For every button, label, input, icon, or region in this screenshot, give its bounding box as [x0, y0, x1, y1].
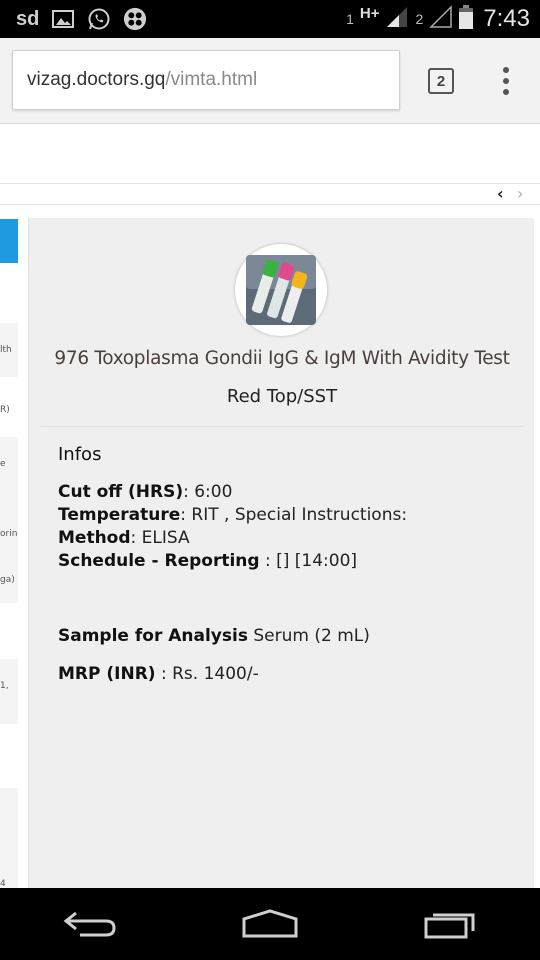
signal-strength-icon — [385, 5, 409, 33]
method-row: Method: ELISA — [58, 528, 407, 551]
web-page[interactable]: ‹ › lth R) e orin ga) 1, 4 976 Toxoplasm… — [0, 124, 540, 888]
address-bar[interactable]: vizag.doctors.gq/vimta.html — [12, 50, 400, 110]
test-tube-image — [235, 244, 327, 336]
left-list-item[interactable] — [0, 263, 18, 323]
sample-label: Sample for Analysis — [58, 626, 248, 646]
schedule-value: : [] [14:00] — [259, 551, 358, 571]
home-button[interactable] — [225, 894, 315, 954]
method-value: : ELISA — [130, 528, 190, 548]
cutoff-row: Cut off (HRS): 6:00 — [58, 482, 407, 505]
temperature-row: Temperature: RIT , Special Instructions: — [58, 505, 407, 528]
mrp-row: MRP (INR) : Rs. 1400/- — [58, 664, 259, 684]
recent-apps-button[interactable] — [405, 894, 495, 954]
left-list-item[interactable]: 4 — [0, 879, 18, 888]
cutoff-value: : 6:00 — [183, 482, 233, 502]
back-arrow-icon — [63, 911, 116, 937]
temperature-value: : RIT , Special Instructions: — [180, 505, 408, 525]
menu-dot-icon — [503, 89, 509, 95]
gallery-notification-icon — [51, 7, 75, 31]
test-title: 976 Toxoplasma Gondii IgG & IgM With Avi… — [54, 348, 510, 369]
signal-empty-icon — [429, 5, 453, 33]
left-active-tab[interactable] — [0, 219, 18, 263]
home-icon — [242, 909, 298, 938]
menu-dot-icon — [503, 67, 509, 73]
left-sidebar-list: lth R) e orin ga) 1, 4 — [0, 219, 18, 888]
info-rows: Cut off (HRS): 6:00 Temperature: RIT , S… — [58, 482, 407, 574]
sim2-label: 2 — [415, 11, 424, 27]
schedule-label: Schedule - Reporting — [58, 551, 260, 571]
left-list-item[interactable]: 1, — [0, 681, 18, 691]
app-grid-icon — [123, 7, 147, 31]
left-list-item[interactable]: orin — [0, 529, 18, 539]
sim1-label: 1 — [346, 11, 354, 27]
left-list-item[interactable] — [0, 724, 18, 788]
schedule-row: Schedule - Reporting : [] [14:00] — [58, 551, 407, 574]
scroll-right-icon[interactable]: › — [517, 184, 523, 203]
status-bar: sd 1 H+ 2 7:43 — [0, 0, 540, 38]
clock: 7:43 — [483, 5, 530, 32]
temperature-label: Temperature — [58, 505, 181, 525]
system-nav-bar — [0, 888, 540, 960]
left-list-item[interactable]: e — [0, 459, 18, 469]
mrp-label: MRP (INR) — [58, 664, 156, 684]
scroll-left-icon[interactable]: ‹ — [497, 184, 504, 203]
mrp-value: : Rs. 1400/- — [155, 664, 259, 684]
whatsapp-icon — [87, 7, 111, 31]
left-list-item[interactable]: R) — [0, 405, 18, 415]
test-detail-card: 976 Toxoplasma Gondii IgG & IgM With Avi… — [28, 218, 534, 888]
url-host: vizag.doctors.gq — [27, 69, 166, 90]
cutoff-label: Cut off (HRS) — [58, 482, 184, 502]
battery-icon — [459, 5, 474, 33]
left-list-item[interactable]: lth — [0, 345, 18, 355]
infos-heading: Infos — [58, 444, 102, 465]
sample-row: Sample for Analysis Serum (2 mL) — [58, 626, 370, 646]
sample-value: Serum (2 mL) — [247, 626, 370, 646]
url-path: /vimta.html — [165, 69, 258, 90]
menu-dot-icon — [503, 78, 509, 84]
left-list-item[interactable] — [0, 603, 18, 659]
left-list-item[interactable]: ga) — [0, 575, 18, 585]
method-label: Method — [58, 528, 131, 548]
divider — [41, 426, 523, 427]
overflow-menu-button[interactable] — [496, 64, 516, 98]
horizontal-scroll-strip: ‹ › — [0, 183, 540, 205]
browser-toolbar: vizag.doctors.gq/vimta.html 2 — [0, 38, 540, 124]
back-button[interactable] — [45, 894, 135, 954]
carrier-label: sd — [16, 7, 40, 30]
tab-switcher-button[interactable]: 2 — [428, 68, 454, 94]
container-type: Red Top/SST — [226, 386, 338, 407]
recent-apps-icon — [424, 913, 475, 939]
network-type-label: H+ — [359, 4, 380, 22]
